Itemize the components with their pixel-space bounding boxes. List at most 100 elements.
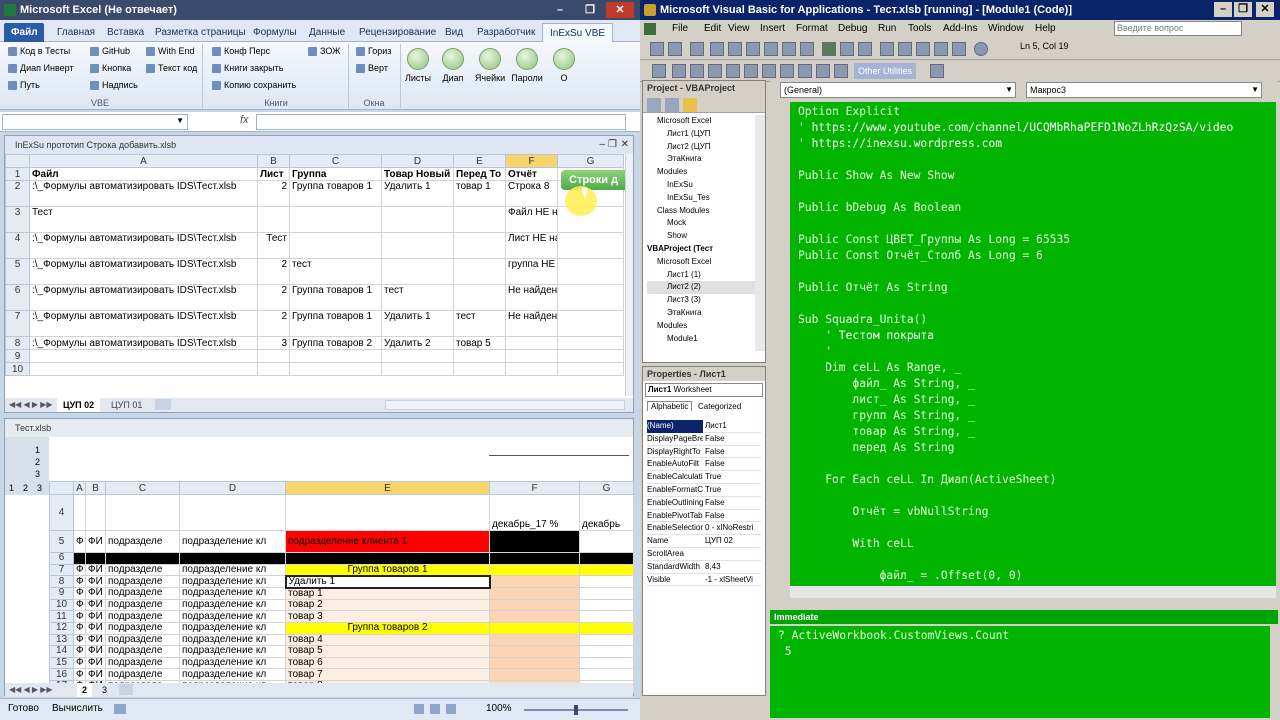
menu-insert[interactable]: Insert [760,20,785,38]
object-combo[interactable]: (General) ▼ [780,82,1016,98]
menu-run[interactable]: Run [878,20,896,38]
tool-icon[interactable] [672,64,686,78]
tool-icon[interactable] [816,64,830,78]
cell[interactable] [381,206,454,233]
column-header[interactable] [5,154,30,168]
outline-level[interactable]: 3 [37,481,42,495]
cell[interactable]: товар 7 [285,668,490,681]
tab-alphabetic[interactable]: Alphabetic [647,401,693,411]
cell[interactable]: :\_Формулы автоматизировать IDS\Тест.xls… [29,258,258,285]
cell[interactable]: 5 [49,530,74,553]
cell[interactable]: :\_Формулы автоматизировать IDS\Тест.xls… [29,180,258,207]
ribbon-btn-range-invert[interactable]: Диап Инверт [6,61,74,76]
cell[interactable]: подразделение клиента 1 [285,530,490,553]
cell[interactable]: 13 [49,633,74,647]
cell[interactable]: подразделение кл [179,530,286,553]
cell[interactable] [257,206,290,233]
property-row[interactable]: EnableSelection0 - xlNoRestri [647,522,761,536]
cell[interactable] [73,494,86,531]
cell[interactable]: 6 [49,552,74,565]
cell[interactable]: подразделение кл [179,656,286,670]
cell[interactable]: тест [381,284,454,311]
redo-icon[interactable] [800,42,814,56]
cell[interactable]: Тест [29,206,258,233]
cell[interactable]: Группа товаров 2 [289,336,382,350]
cell[interactable]: 14 [49,645,74,658]
tree-item[interactable]: Лист1 (ЦУП [647,128,759,141]
tree-item[interactable]: VBAProject (Тест [647,243,759,256]
cell[interactable] [453,258,506,285]
cell[interactable]: Ф [73,530,86,553]
cell[interactable]: 16 [49,668,74,681]
cell[interactable]: ФИ [85,563,106,577]
ribbon-btn-vertical[interactable]: Верт [354,61,388,76]
property-row[interactable]: Visible -1 - xlSheetVi [647,574,761,587]
reset-icon[interactable] [858,42,872,56]
toolbox-icon[interactable] [952,42,966,56]
immediate-editor[interactable]: ? ActiveWorkbook.CustomViews.Count 5 [770,626,1270,718]
sheet-tab-2[interactable]: 2 [77,683,93,697]
cell[interactable]: Файл НЕ найден [505,206,558,233]
cell[interactable]: Файл [29,167,258,181]
find-icon[interactable] [764,42,778,56]
tree-item[interactable]: InExSu_Tes [647,192,759,205]
cell[interactable] [289,206,382,233]
tab-data[interactable]: Данные [302,23,352,42]
property-row[interactable]: EnablePivotTab False [647,510,761,523]
cell[interactable]: Группа [289,167,382,181]
restore-icon[interactable]: ❐ [608,136,617,154]
column-header[interactable]: F [505,154,558,168]
cell[interactable] [73,552,86,565]
cell[interactable]: Удалить 1 [381,180,454,207]
formula-input[interactable] [256,114,626,130]
outline-level[interactable]: 2 [23,481,28,495]
cell[interactable]: Ф [73,610,86,623]
sheet-tab-cup02[interactable]: ЦУП 02 [57,398,101,412]
cell[interactable]: Ф [73,645,86,658]
cell[interactable]: подразделе [105,621,180,635]
cell[interactable] [179,494,286,531]
cell[interactable]: Группа товаров 1 [289,284,382,311]
corner-cell[interactable] [49,481,74,495]
tree-item[interactable]: ЭтаКнига [647,153,759,166]
cell[interactable]: ФИ [85,587,106,600]
ribbon-btn-with-end[interactable]: With End [144,44,195,59]
cell[interactable]: ФИ [85,656,106,670]
tree-item[interactable]: Microsoft Excel [647,256,759,269]
menu-file[interactable]: File [672,20,688,38]
cell[interactable]: товар 1 [285,587,490,600]
cell[interactable]: 15 [49,656,74,670]
ribbon-btn-zozh[interactable]: ЗОЖ [306,44,340,59]
cell[interactable]: подразделение кл [179,587,286,600]
cell[interactable] [557,349,624,363]
ribbon-big-range[interactable]: Диап [438,42,468,96]
cell[interactable]: товар 3 [285,610,490,623]
ribbon-btn-button[interactable]: Кнопка [88,61,131,76]
cell[interactable]: подразделение кл [179,633,286,647]
cell[interactable]: 2 [257,258,290,285]
sheet-nav-arrows-icon[interactable]: ◀◀ ◀ ▶ ▶▶ [9,398,53,412]
tool-icon[interactable] [690,64,704,78]
cell[interactable] [579,563,634,577]
cell[interactable]: подразделение кл [179,621,286,635]
outline-level[interactable]: 2 [35,457,40,467]
cell[interactable]: подразделе [105,575,180,589]
new-sheet-icon[interactable] [155,399,171,410]
outline-level[interactable]: 1 [9,481,14,495]
cell[interactable]: ФИ [85,645,106,658]
cell[interactable]: Перед То [453,167,506,181]
tool-icon[interactable] [762,64,776,78]
property-row[interactable]: Name ЦУП 02 [647,535,761,548]
close-icon[interactable]: ✕ [606,2,634,18]
cell[interactable]: подразделе [105,633,180,647]
cell[interactable]: подразделение кл [179,563,286,577]
cell[interactable]: Лист НЕ найден [505,232,558,259]
cell[interactable]: подразделе [105,645,180,658]
cell[interactable] [105,494,180,531]
cell[interactable] [489,530,580,553]
cell[interactable]: подразделе [105,668,180,681]
cut-icon[interactable] [710,42,724,56]
column-header[interactable]: A [29,154,258,168]
ribbon-big-cells[interactable]: Ячейки [473,42,507,96]
tab-developer[interactable]: Разработчик [470,23,542,42]
